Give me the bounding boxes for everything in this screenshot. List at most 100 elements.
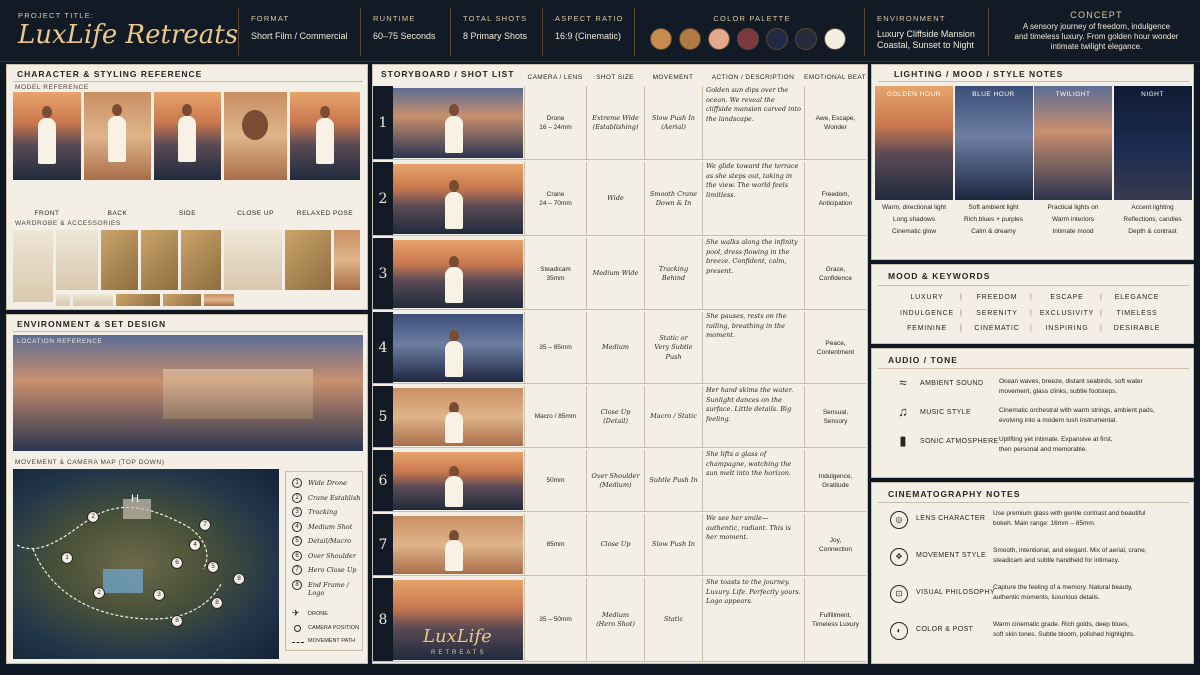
lighting-description-line: Depth & contrast (1128, 228, 1177, 235)
waves-icon: ≈ (899, 375, 907, 390)
palette-label: COLOR PALETTE (713, 14, 791, 23)
legend-movement-path-label: MOVEMENT PATH (308, 638, 356, 644)
lighting-tile-description: Accent lighting Reflections, candles Depth… (1114, 202, 1192, 238)
shot-action-description: She toasts to the journey. Luxury. Life.… (702, 578, 804, 662)
shot-emotional-beat: Peace, Contentment (804, 312, 866, 384)
shot-number: 3 (373, 238, 393, 309)
shot-action-description-text: She walks along the infinity pool, dress… (706, 238, 798, 275)
shot-shot-size-text: (Medium) (599, 481, 632, 489)
shot-shot-size-text: Medium (601, 610, 630, 619)
shots-cell: TOTAL SHOTS 8 Primary Shots (450, 8, 542, 56)
shot-camera-lens: 35 – 85mm (524, 312, 586, 384)
shot-thumbnail (393, 388, 523, 446)
palette-swatch-3 (708, 28, 730, 50)
shot-thumbnail (393, 452, 523, 510)
shot-movement: Subtle Push In (644, 450, 702, 512)
shot-action-description: Her hand skims the water. Sunlight dance… (702, 386, 804, 448)
mood-keyword: SERENITY (976, 309, 1018, 317)
shot-shot-size-text: (Detail) (603, 417, 628, 425)
keyword-separator: | (960, 325, 962, 332)
swatch-cream (56, 294, 70, 306)
character-panel: CHARACTER & STYLING REFERENCE MODEL REFE… (6, 64, 368, 310)
shot-movement: Slow Push In (Aerial) (644, 86, 702, 160)
shot-shot-size: Medium Wide (586, 238, 644, 310)
mood-keyword: INDULGENCE (900, 309, 954, 317)
map-point-3: 3 (153, 589, 165, 601)
cinematography-title: CINEMATOGRAPHY NOTES (888, 489, 1021, 499)
shot-camera-lens: 35 – 50mm (524, 578, 586, 662)
palette-swatch-4 (737, 28, 759, 50)
shot-shot-size-text: Close Up (600, 540, 631, 549)
runtime-value: 60–75 Seconds (373, 31, 436, 41)
map-point-4: 4 (189, 539, 201, 551)
mood-keyword: FREEDOM (976, 294, 1018, 301)
cinematography-label: VISUAL PHILOSOPHY (916, 589, 995, 596)
lighting-description-line: Reflections, candles (1123, 216, 1182, 223)
mansion-shape (163, 369, 313, 419)
thumbnail-figure (445, 267, 463, 303)
shot-shot-size-text: Medium Wide (592, 269, 639, 278)
legend-number-7: 7 (292, 565, 302, 575)
audio-description-line: Uplifting yet intimate. Expansive at fir… (999, 436, 1113, 443)
format-cell: FORMAT Short Film / Commercial (238, 8, 358, 56)
legend-number-8: 8 (292, 579, 302, 590)
cinematography-description: Use premium glass with gentle contrast a… (993, 509, 1188, 528)
shot-movement: Smooth Crane Down & In (644, 162, 702, 236)
environment-label: ENVIRONMENT (877, 14, 946, 23)
mood-keyword: TIMELESS (1116, 309, 1158, 317)
col-emotional-beat: EMOTIONAL BEAT (804, 74, 866, 81)
lighting-tile-night: NIGHT (1113, 86, 1192, 200)
shot-shot-size-text: (Establishing) (592, 123, 639, 131)
pose-label-side: SIDE (178, 210, 197, 217)
shot-number: 4 (373, 312, 393, 383)
aspect-cell: ASPECT RATIO 16:9 (Cinematic) (542, 8, 634, 56)
aspect-label: ASPECT RATIO (555, 14, 624, 23)
shot-emotional-beat-text: Contentment (816, 349, 855, 356)
shot-shot-size-text: (Hero Shot) (596, 620, 635, 628)
pose-label-front: FRONT (34, 210, 60, 217)
audio-description-line: Cinematic orchestral with warm strings, … (999, 407, 1155, 414)
col-movement: MOVEMENT (652, 74, 694, 81)
shot-action-description: Golden sun dips over the ocean. We revea… (702, 86, 804, 160)
keyword-separator: | (1030, 325, 1032, 332)
shot-camera-lens-text: Crane (546, 190, 565, 198)
shot-movement: Static (644, 578, 702, 662)
legend-label-8: End Frame / Logo (308, 580, 349, 597)
mood-keyword: EXCLUSIVITY (1039, 309, 1095, 317)
lighting-description-line: Rich blues + purples (963, 216, 1024, 223)
shot-camera-lens-text: 16 – 24mm (539, 124, 572, 131)
shot-camera-lens-text: Steadicam (540, 265, 571, 273)
keyword-separator: | (960, 309, 962, 317)
cinematography-description-line: bokeh. Main range: 16mm – 85mm. (993, 519, 1096, 527)
legend-number-6: 6 (292, 550, 302, 561)
shot-emotional-beat-text: Wonder (824, 124, 847, 131)
cinematography-description: Warm cinematic grade. Rich golds, deep b… (993, 620, 1188, 639)
thumbnail-figure (445, 116, 463, 153)
frame-icon: ⊡ (890, 585, 908, 603)
map-point-7: 7 (199, 519, 211, 531)
legend-label-5: Detail/Macro (308, 537, 352, 545)
map-point-2: 2 (87, 511, 99, 523)
shot-emotional-beat-text: Timeless Luxury (811, 621, 860, 628)
shot-camera-lens-text: 24 – 70mm (539, 200, 572, 207)
lighting-description-line: Cinematic glow (891, 228, 937, 235)
lighting-description-line: Calm & dreamy (971, 228, 1016, 235)
model-front-photo (13, 92, 81, 180)
lighting-tile-label: GOLDEN HOUR (887, 91, 941, 98)
thumbnail-figure (445, 192, 463, 229)
shot-emotional-beat-text: Confidence (819, 275, 852, 282)
shot-movement: Slow Push In (644, 514, 702, 576)
col-camera-lens: CAMERA / LENS (527, 74, 583, 81)
runtime-cell: RUNTIME 60–75 Seconds (360, 8, 450, 56)
shot-shot-size: Close Up (586, 514, 644, 576)
shot-movement-text: Down & In (655, 199, 692, 207)
lighting-description-line: Practical lights on (1047, 204, 1099, 211)
shot-action-description-text: Her hand skims the water. Sunlight dance… (706, 386, 794, 423)
lighting-tile-label: BLUE HOUR (972, 91, 1015, 98)
thumbnail-figure (445, 412, 463, 443)
lighting-description-line: Accent lighting (1131, 204, 1174, 211)
shot-thumbnail (393, 314, 523, 382)
format-value: Short Film / Commercial (251, 31, 348, 41)
camera-position-icon (294, 625, 301, 632)
concept-cell: CONCEPT A sensory journey of freedom, in… (988, 8, 1200, 56)
